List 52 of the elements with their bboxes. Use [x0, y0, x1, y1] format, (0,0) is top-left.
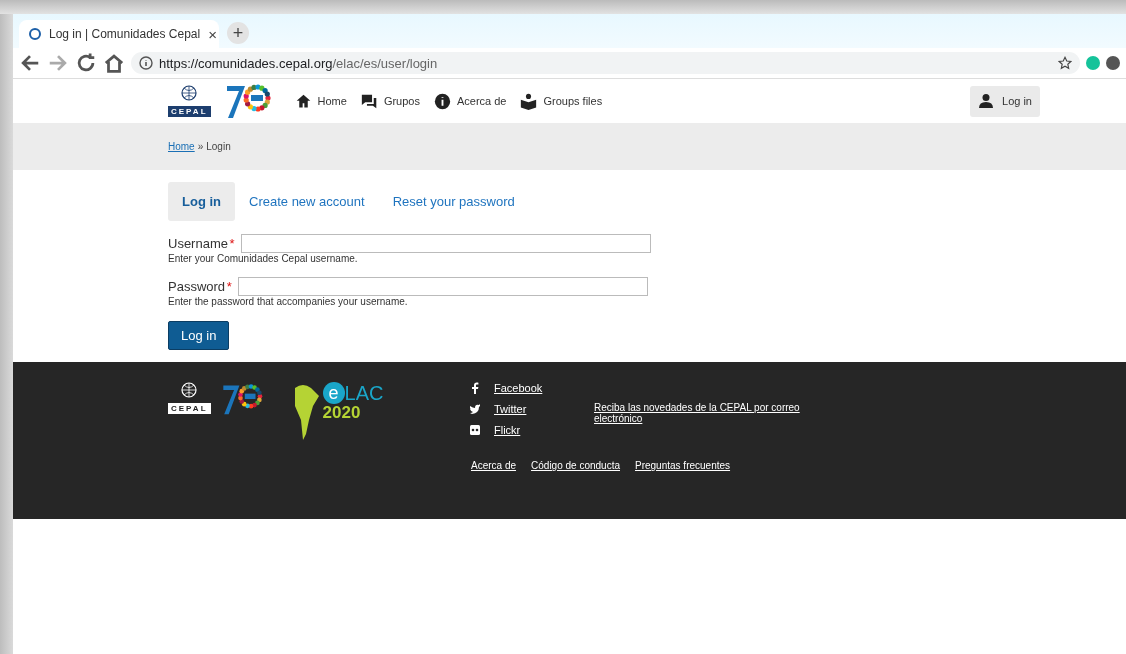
favicon-icon: [29, 28, 41, 40]
footer-link[interactable]: Acerca de: [471, 460, 517, 471]
url-text: https://comunidades.cepal.org/elac/es/user/login: [159, 55, 438, 71]
elac-logo: e LAC 2020: [322, 382, 384, 421]
input-field[interactable]: [240, 234, 651, 253]
nav-link[interactable]: Home: [294, 92, 347, 110]
nav-link[interactable]: Groups files: [520, 92, 603, 110]
reload-icon[interactable]: [75, 52, 97, 74]
address-bar[interactable]: https://comunidades.cepal.org/elac/es/user/login: [131, 52, 1080, 74]
field-label: Username*: [168, 236, 235, 251]
social-link[interactable]: Facebook: [494, 382, 543, 394]
browser-tab[interactable]: Log in | Comunidades Cepal ×: [19, 20, 219, 48]
login-button[interactable]: Log in: [970, 85, 1040, 117]
tab[interactable]: Create new account: [235, 182, 379, 221]
logo-text: CEPAL: [168, 106, 211, 117]
chat-icon: [360, 92, 378, 110]
footer-link[interactable]: Código de conducta: [531, 460, 620, 471]
user-icon: [978, 93, 994, 109]
logo-text: CEPAL: [168, 403, 211, 414]
nav-link[interactable]: Grupos: [360, 92, 420, 110]
flickr-icon: [470, 424, 480, 436]
footer-link[interactable]: Preguntas frecuentes: [635, 460, 731, 471]
globe-icon: [179, 382, 200, 400]
breadcrumb-current: Login: [206, 141, 231, 152]
tab-title: Log in | Comunidades Cepal: [49, 27, 201, 41]
breadcrumb-link[interactable]: Home: [168, 141, 195, 152]
star-icon[interactable]: [1058, 56, 1072, 70]
new-tab-button[interactable]: +: [227, 22, 249, 44]
social-link[interactable]: Twitter: [494, 403, 527, 415]
info-icon: [139, 56, 153, 70]
anniversary-logo: [224, 82, 273, 120]
facebook-icon: [470, 382, 480, 394]
tab-close-button[interactable]: ×: [208, 25, 217, 43]
home-icon: [294, 92, 312, 110]
reader-icon: [520, 92, 538, 110]
info-icon: [433, 92, 451, 110]
newsletter-link[interactable]: Reciba las novedades de la CEPAL por correo electrónico: [594, 402, 814, 442]
social-link[interactable]: Flickr: [494, 424, 521, 436]
field-label: Password*: [168, 279, 232, 294]
field-description: Enter your Comunidades Cepal username.: [168, 253, 359, 264]
submit-button[interactable]: Log in: [168, 321, 230, 350]
bird-icon: [470, 403, 480, 415]
globe-icon: [179, 85, 200, 103]
tab[interactable]: Log in: [168, 182, 235, 221]
nav-link[interactable]: Acerca de: [433, 92, 507, 110]
breadcrumb-separator: »: [197, 141, 204, 152]
field-description: Enter the password that accompanies your username.: [168, 296, 409, 307]
input-field[interactable]: [237, 277, 648, 296]
extension-icon[interactable]: [1106, 56, 1120, 70]
tab[interactable]: Reset your password: [378, 182, 529, 221]
home-icon[interactable]: [103, 52, 125, 74]
anniversary-logo: [220, 382, 265, 416]
